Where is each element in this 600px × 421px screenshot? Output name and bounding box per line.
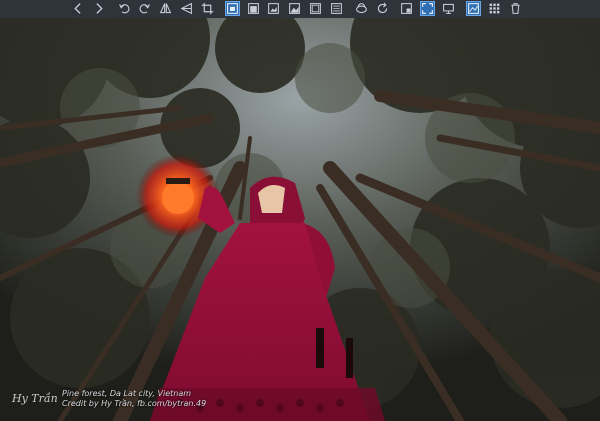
fit-window-icon[interactable]	[225, 1, 240, 16]
flip-vertical-icon[interactable]	[179, 1, 194, 16]
rotate-right-icon[interactable]	[137, 1, 152, 16]
photo-canvas[interactable]	[0, 18, 600, 421]
fill-window-icon[interactable]	[287, 1, 302, 16]
toolbar	[0, 0, 600, 18]
thumbnails-icon[interactable]	[487, 1, 502, 16]
fit-height-icon[interactable]	[266, 1, 281, 16]
flip-horizontal-icon[interactable]	[158, 1, 173, 16]
delete-icon[interactable]	[508, 1, 523, 16]
lock-zoom-icon[interactable]	[399, 1, 414, 16]
rotate-left-icon[interactable]	[117, 1, 132, 16]
image-info-icon[interactable]	[466, 1, 481, 16]
bucket-icon[interactable]	[354, 1, 369, 16]
slideshow-icon[interactable]	[441, 1, 456, 16]
refresh-icon[interactable]	[375, 1, 390, 16]
next-icon[interactable]	[91, 1, 106, 16]
auto-zoom-icon[interactable]	[329, 1, 344, 16]
photographer-signature: Hy Trần	[12, 392, 58, 405]
previous-icon[interactable]	[71, 1, 86, 16]
fit-width-icon[interactable]	[246, 1, 261, 16]
photo-caption: Pine forest, Da Lat city, Vietnam Credit…	[62, 389, 206, 409]
fullscreen-icon[interactable]	[420, 1, 435, 16]
crop-icon[interactable]	[200, 1, 215, 16]
caption-line-1: Pine forest, Da Lat city, Vietnam	[62, 389, 192, 398]
caption-line-2: Credit by Hy Trần, fb.com/bytran.49	[62, 399, 207, 408]
actual-size-icon[interactable]	[308, 1, 323, 16]
